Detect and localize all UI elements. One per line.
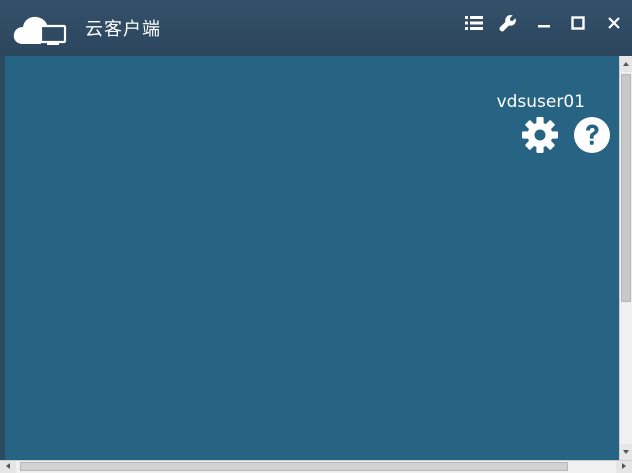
- vertical-scroll-thumb[interactable]: [621, 74, 631, 302]
- close-icon: [608, 17, 620, 29]
- maximize-icon: [571, 16, 585, 30]
- vertical-scrollbar[interactable]: [619, 56, 632, 460]
- app-title: 云客户端: [85, 19, 161, 40]
- help-button[interactable]: [573, 116, 611, 154]
- menu-button[interactable]: [463, 12, 485, 34]
- cloud-monitor-logo-icon: [13, 16, 67, 45]
- app-window: 云客户端 vdsuser01: [0, 0, 632, 473]
- horizontal-scrollbar[interactable]: [0, 460, 632, 473]
- scroll-right-arrow[interactable]: [616, 461, 632, 473]
- wrench-icon: [499, 15, 516, 32]
- minimize-icon: [538, 25, 550, 28]
- gear-icon: [522, 117, 558, 153]
- scroll-down-arrow[interactable]: [620, 444, 632, 460]
- main-content: vdsuser01: [5, 56, 619, 460]
- minimize-button[interactable]: [533, 12, 555, 34]
- title-bar[interactable]: 云客户端: [0, 0, 632, 56]
- maximize-button[interactable]: [567, 12, 589, 34]
- scroll-left-arrow[interactable]: [0, 461, 16, 473]
- close-button[interactable]: [603, 12, 625, 34]
- tools-button[interactable]: [497, 12, 519, 34]
- question-circle-icon: [574, 117, 610, 153]
- username-label: vdsuser01: [496, 92, 585, 112]
- scroll-up-arrow[interactable]: [620, 56, 632, 72]
- horizontal-scroll-thumb[interactable]: [20, 462, 568, 471]
- settings-button[interactable]: [521, 116, 559, 154]
- list-icon: [465, 16, 483, 30]
